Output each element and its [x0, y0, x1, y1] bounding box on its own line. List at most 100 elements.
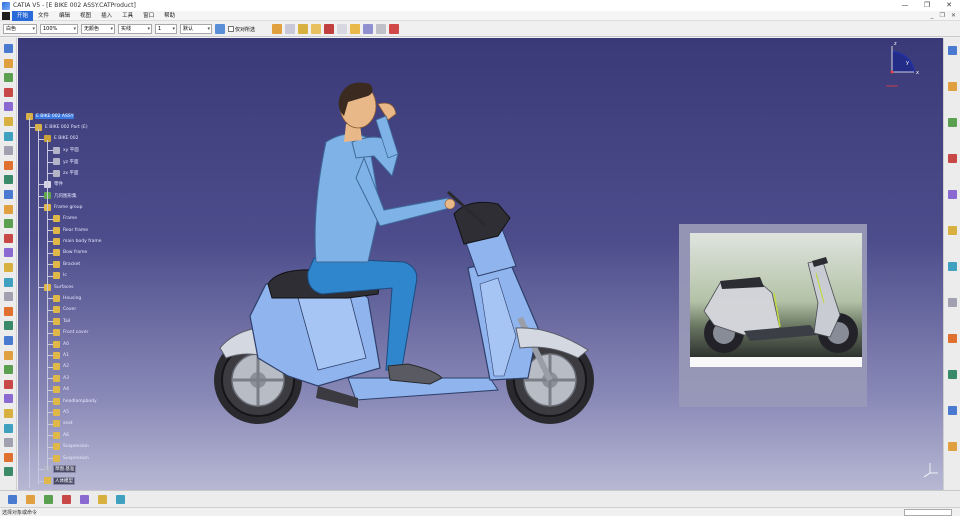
tree-node-icon[interactable] — [53, 146, 60, 154]
tree-node-icon[interactable] — [53, 351, 60, 359]
tree-node-icon[interactable] — [53, 215, 60, 223]
grid-icon[interactable] — [44, 495, 53, 504]
tree-node-label[interactable]: Surfaces — [53, 285, 75, 290]
tree-node-icon[interactable] — [44, 477, 51, 485]
tree-node-label[interactable]: A0 — [62, 342, 70, 347]
split-icon[interactable] — [4, 190, 13, 199]
maximize-button[interactable]: ❐ — [916, 0, 938, 11]
cut-icon[interactable] — [324, 24, 335, 34]
table-icon[interactable] — [98, 495, 107, 504]
paste-icon[interactable] — [350, 24, 361, 34]
tree-node-icon[interactable] — [53, 420, 60, 428]
tree-node-icon[interactable] — [53, 158, 60, 166]
tree-node-label[interactable]: E BIKE 002 Part (E) — [44, 125, 89, 130]
catia-logo-icon[interactable] — [2, 11, 10, 20]
tree-node-label[interactable]: main body frame — [62, 239, 103, 244]
publish-icon[interactable] — [311, 24, 322, 34]
scene-icon[interactable] — [4, 379, 13, 389]
tree-node[interactable]: Front cover — [53, 329, 89, 337]
sweep-icon[interactable] — [4, 131, 13, 141]
sketch-icon[interactable] — [4, 44, 13, 53]
tree-node-icon[interactable] — [53, 397, 60, 405]
doc-close-button[interactable]: ✕ — [951, 12, 956, 19]
color-combo[interactable]: 白色 — [3, 24, 37, 34]
tree-node[interactable]: Frame — [53, 215, 78, 223]
line-type-combo[interactable]: 实线 — [118, 24, 152, 34]
shading-icon[interactable] — [948, 334, 957, 343]
pattern-icon[interactable] — [4, 306, 13, 316]
fly-icon[interactable] — [948, 46, 957, 55]
tree-node-label[interactable]: Frame — [62, 216, 78, 221]
tree-node-label[interactable]: Frame group — [53, 205, 84, 210]
tree-node[interactable]: A0 — [53, 340, 70, 348]
tree-node[interactable]: Cover — [53, 306, 77, 314]
measure-tool-icon[interactable] — [80, 495, 89, 504]
iso-view-icon[interactable] — [948, 298, 957, 307]
fillet-icon[interactable] — [4, 233, 13, 243]
tree-node-icon[interactable] — [53, 386, 60, 394]
camera-icon[interactable] — [4, 409, 13, 418]
tree-node-label[interactable]: Ic — [62, 273, 68, 278]
compass-icon[interactable]: z x y — [884, 38, 924, 88]
constraint-icon[interactable] — [26, 495, 35, 504]
tree-node-label[interactable]: A4 — [62, 387, 70, 392]
snapshot-icon[interactable] — [4, 438, 13, 448]
line-weight-combo[interactable]: 1 — [155, 24, 177, 34]
tree-node[interactable]: xy 平面 — [53, 146, 80, 154]
tree-node-label[interactable]: seat — [62, 421, 74, 426]
quick-view-icon[interactable] — [948, 442, 957, 451]
tree-node[interactable]: 人体模型 — [44, 476, 75, 485]
tree-node[interactable]: Surfaces — [44, 283, 75, 291]
menu-help[interactable]: 帮助 — [159, 11, 180, 21]
tree-node-label[interactable]: E BIKE 002 — [53, 136, 80, 141]
extract-icon[interactable] — [4, 219, 13, 229]
line-icon[interactable] — [4, 73, 13, 83]
swap-space-icon[interactable] — [948, 406, 957, 415]
tree-node[interactable]: seat — [53, 420, 74, 428]
revolve-icon[interactable] — [4, 117, 13, 126]
tree-node-label[interactable]: headlampbody — [62, 399, 98, 404]
fill-icon[interactable] — [4, 146, 13, 156]
plane-icon[interactable] — [4, 87, 13, 97]
transparency-combo[interactable]: 100% — [40, 24, 78, 34]
tree-node-label[interactable]: A1 — [62, 353, 70, 358]
symmetry-icon[interactable] — [4, 277, 13, 287]
tree-node-icon[interactable] — [53, 408, 60, 416]
tree-node-icon[interactable] — [53, 169, 60, 177]
tree-node-icon[interactable] — [53, 329, 60, 337]
knowledge-icon[interactable] — [4, 467, 13, 477]
pan-icon[interactable] — [948, 118, 957, 127]
tree-node-label[interactable]: 零件 — [53, 181, 64, 187]
tree-node-label[interactable]: A6 — [62, 433, 70, 438]
sketch-tool-icon[interactable] — [8, 495, 17, 504]
zoom-in-icon[interactable] — [948, 190, 957, 199]
tree-node-icon[interactable] — [53, 431, 60, 439]
tree-node-label[interactable]: A5 — [62, 410, 70, 415]
doc-minimize-button[interactable]: _ — [931, 12, 934, 19]
tree-node[interactable]: main body frame — [53, 237, 103, 245]
tree-node[interactable]: Suspension — [53, 443, 90, 451]
scale-icon[interactable] — [4, 292, 13, 302]
tree-node[interactable]: E BIKE 002 ASSY — [26, 112, 75, 120]
zoom-out-icon[interactable] — [948, 226, 957, 235]
redo-icon[interactable] — [389, 24, 400, 34]
measure-icon[interactable] — [4, 321, 13, 331]
select-icon[interactable] — [285, 24, 296, 34]
menu-edit[interactable]: 编辑 — [54, 11, 75, 21]
compass-icon[interactable] — [116, 495, 125, 504]
tree-node-icon[interactable] — [53, 454, 60, 462]
trim-icon[interactable] — [4, 175, 13, 185]
rotate-view-icon[interactable] — [948, 154, 957, 163]
menu-tools[interactable]: 工具 — [117, 11, 138, 21]
tree-node[interactable]: yz 平面 — [53, 158, 79, 166]
tree-node[interactable]: A1 — [53, 351, 70, 359]
menu-window[interactable]: 窗口 — [138, 11, 159, 21]
menu-insert[interactable]: 插入 — [96, 11, 117, 21]
tree-node-icon[interactable] — [53, 294, 60, 302]
tree-node-icon[interactable] — [53, 374, 60, 382]
tree-node-label[interactable]: 草图.基准 — [53, 465, 77, 474]
tree-node-icon[interactable] — [53, 226, 60, 234]
tree-node[interactable]: Suspension — [53, 454, 90, 462]
tree-node[interactable]: Ic — [53, 272, 68, 280]
tree-node-label[interactable]: Suspension — [62, 456, 90, 461]
